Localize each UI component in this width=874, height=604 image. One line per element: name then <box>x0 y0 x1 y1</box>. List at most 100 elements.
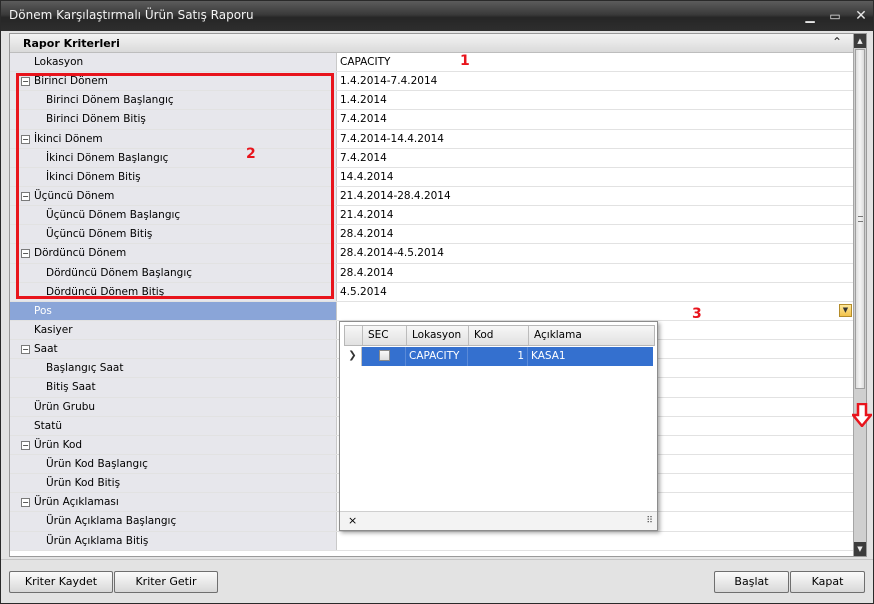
property-value-cell[interactable]: 21.4.2014-28.4.2014 <box>338 187 853 205</box>
property-value-cell[interactable]: 7.4.2014 <box>338 110 853 128</box>
property-name-cell[interactable]: − Saat <box>10 340 337 359</box>
property-value-cell[interactable]: 7.4.2014 <box>338 149 853 167</box>
property-name-cell[interactable]: Bitiş Saat <box>10 378 337 397</box>
property-name-cell[interactable]: Dördüncü Dönem Bitiş <box>10 282 337 301</box>
property-name-cell[interactable]: Birinci Dönem Başlangıç <box>10 91 337 110</box>
expander-minus-icon[interactable]: − <box>21 77 30 87</box>
vertical-scrollbar[interactable]: ▲ ▼ <box>853 34 866 556</box>
scroll-thumb[interactable] <box>855 49 865 389</box>
property-name-cell[interactable]: İkinci Dönem Başlangıç <box>10 148 337 167</box>
property-value-cell[interactable]: 28.4.2014-4.5.2014 <box>338 244 853 262</box>
dropdown-button[interactable]: ▼ <box>839 303 852 317</box>
property-value-cell[interactable]: 28.4.2014 <box>338 225 853 243</box>
property-name-cell[interactable]: Üçüncü Dönem Başlangıç <box>10 206 337 225</box>
col-header-lokasyon[interactable]: Lokasyon <box>407 326 469 345</box>
property-value-cell[interactable] <box>338 532 853 550</box>
property-row[interactable]: Ürün Açıklama Bitiş <box>10 531 853 551</box>
property-name-cell[interactable]: Statü <box>10 416 337 435</box>
property-row[interactable]: İkinci Dönem Bitiş 14.4.2014 <box>10 167 853 187</box>
property-row[interactable]: Dördüncü Dönem Bitiş 4.5.2014 <box>10 282 853 302</box>
property-row[interactable]: − Dördüncü Dönem 28.4.2014-4.5.2014 <box>10 244 853 264</box>
property-name-cell[interactable]: Ürün Açıklama Bitiş <box>10 531 337 550</box>
property-name-label: Statü <box>34 419 62 432</box>
kapat-button[interactable]: Kapat <box>790 571 865 593</box>
property-name-cell[interactable]: Başlangıç Saat <box>10 359 337 378</box>
property-row[interactable]: Birinci Dönem Başlangıç 1.4.2014 <box>10 91 853 111</box>
property-row[interactable]: Dördüncü Dönem Başlangıç 28.4.2014 <box>10 263 853 283</box>
expander-minus-icon[interactable]: − <box>21 345 30 355</box>
report-window: Dönem Karşılaştırmalı Ürün Satış Raporu … <box>0 0 874 604</box>
property-value-cell[interactable]: 21.4.2014 <box>338 206 853 224</box>
property-name-cell[interactable]: Ürün Açıklama Başlangıç <box>10 512 337 531</box>
property-name-cell[interactable]: Dördüncü Dönem Başlangıç <box>10 263 337 282</box>
property-name-cell[interactable]: Lokasyon <box>10 53 337 72</box>
collapse-up-icon[interactable]: ⌃ <box>832 35 842 49</box>
property-value-cell[interactable]: 4.5.2014 <box>338 283 853 301</box>
baslat-button[interactable]: Başlat <box>714 571 789 593</box>
property-name-label: İkinci Dönem Bitiş <box>46 170 141 183</box>
property-name-cell[interactable]: Pos <box>10 301 337 320</box>
property-value-cell[interactable]: 28.4.2014 <box>338 264 853 282</box>
kriter-kaydet-button[interactable]: Kriter Kaydet <box>9 571 113 593</box>
col-header-aciklama[interactable]: Açıklama <box>529 326 654 345</box>
property-row[interactable]: Üçüncü Dönem Başlangıç 21.4.2014 <box>10 206 853 226</box>
annotation-3: 3 <box>692 306 702 322</box>
property-value-cell[interactable] <box>338 301 853 320</box>
maximize-icon[interactable]: ▭ <box>826 7 844 25</box>
popup-close-button[interactable]: × <box>348 514 357 527</box>
property-name-cell[interactable]: − İkinci Dönem <box>10 129 337 148</box>
kriter-getir-button[interactable]: Kriter Getir <box>114 571 218 593</box>
annotation-1: 1 <box>460 53 470 69</box>
sec-checkbox[interactable] <box>379 350 390 361</box>
sec-cell[interactable] <box>362 347 406 366</box>
property-row[interactable]: − İkinci Dönem 7.4.2014-14.4.2014 <box>10 129 853 149</box>
property-name-cell[interactable]: Kasiyer <box>10 320 337 340</box>
property-name-cell[interactable]: Ürün Kod Başlangıç <box>10 454 337 474</box>
property-name-cell[interactable]: Üçüncü Dönem Bitiş <box>10 225 337 244</box>
expander-minus-icon[interactable]: − <box>21 249 30 259</box>
property-value-cell[interactable]: 14.4.2014 <box>338 168 853 186</box>
title-bar[interactable]: Dönem Karşılaştırmalı Ürün Satış Raporu … <box>1 1 873 31</box>
col-header-sec[interactable]: SEC <box>363 326 407 345</box>
property-name-label: Kasiyer <box>34 323 73 336</box>
row-indicator-header <box>345 326 363 345</box>
scroll-up-icon[interactable]: ▲ <box>854 34 866 48</box>
property-name-cell[interactable]: − Ürün Kod <box>10 435 337 454</box>
property-value-cell[interactable]: 7.4.2014-14.4.2014 <box>338 130 853 148</box>
expander-minus-icon[interactable]: − <box>21 498 30 508</box>
grip-icon <box>858 216 863 222</box>
row-indicator-icon: ❯ <box>344 347 362 366</box>
property-row[interactable]: İkinci Dönem Başlangıç 7.4.2014 <box>10 148 853 168</box>
close-icon[interactable]: ✕ <box>852 7 870 25</box>
property-row[interactable]: Birinci Dönem Bitiş 7.4.2014 <box>10 110 853 130</box>
property-row[interactable]: − Üçüncü Dönem 21.4.2014-28.4.2014 <box>10 186 853 207</box>
minimize-icon[interactable]: ▁ <box>801 7 819 25</box>
category-label: Rapor Kriterleri <box>23 37 120 50</box>
scroll-down-icon[interactable]: ▼ <box>854 542 866 556</box>
property-name-cell[interactable]: − Dördüncü Dönem <box>10 244 337 263</box>
category-header[interactable]: Rapor Kriterleri ⌃ <box>10 34 853 53</box>
property-name-cell[interactable]: − Birinci Dönem <box>10 72 337 91</box>
property-name-cell[interactable]: Birinci Dönem Bitiş <box>10 110 337 129</box>
property-value-cell[interactable]: 1.4.2014 <box>338 91 853 109</box>
resize-grip-icon[interactable]: ⠿ <box>646 516 653 526</box>
property-row[interactable]: Pos ▼ <box>10 301 853 321</box>
table-row[interactable]: ❯ CAPACITY 1 KASA1 <box>344 347 655 366</box>
property-name-label: Bitiş Saat <box>46 381 96 394</box>
property-name-cell[interactable]: − Üçüncü Dönem <box>10 186 337 206</box>
col-header-kod[interactable]: Kod <box>469 326 529 345</box>
property-value-cell[interactable]: CAPACITY <box>338 53 853 71</box>
property-name-cell[interactable]: − Ürün Açıklaması <box>10 493 337 512</box>
expander-minus-icon[interactable]: − <box>21 440 30 450</box>
property-name-label: Saat <box>34 343 58 356</box>
expander-minus-icon[interactable]: − <box>21 134 30 144</box>
property-row[interactable]: − Birinci Dönem 1.4.2014-7.4.2014 <box>10 72 853 92</box>
property-name-label: Ürün Açıklaması <box>34 496 119 509</box>
property-row[interactable]: Üçüncü Dönem Bitiş 28.4.2014 <box>10 225 853 245</box>
property-row[interactable]: Lokasyon CAPACITY <box>10 53 853 73</box>
expander-minus-icon[interactable]: − <box>21 191 30 201</box>
property-name-cell[interactable]: Ürün Grubu <box>10 397 337 416</box>
property-name-cell[interactable]: Ürün Kod Bitiş <box>10 474 337 493</box>
property-value-cell[interactable]: 1.4.2014-7.4.2014 <box>338 72 853 90</box>
property-name-cell[interactable]: İkinci Dönem Bitiş <box>10 167 337 186</box>
